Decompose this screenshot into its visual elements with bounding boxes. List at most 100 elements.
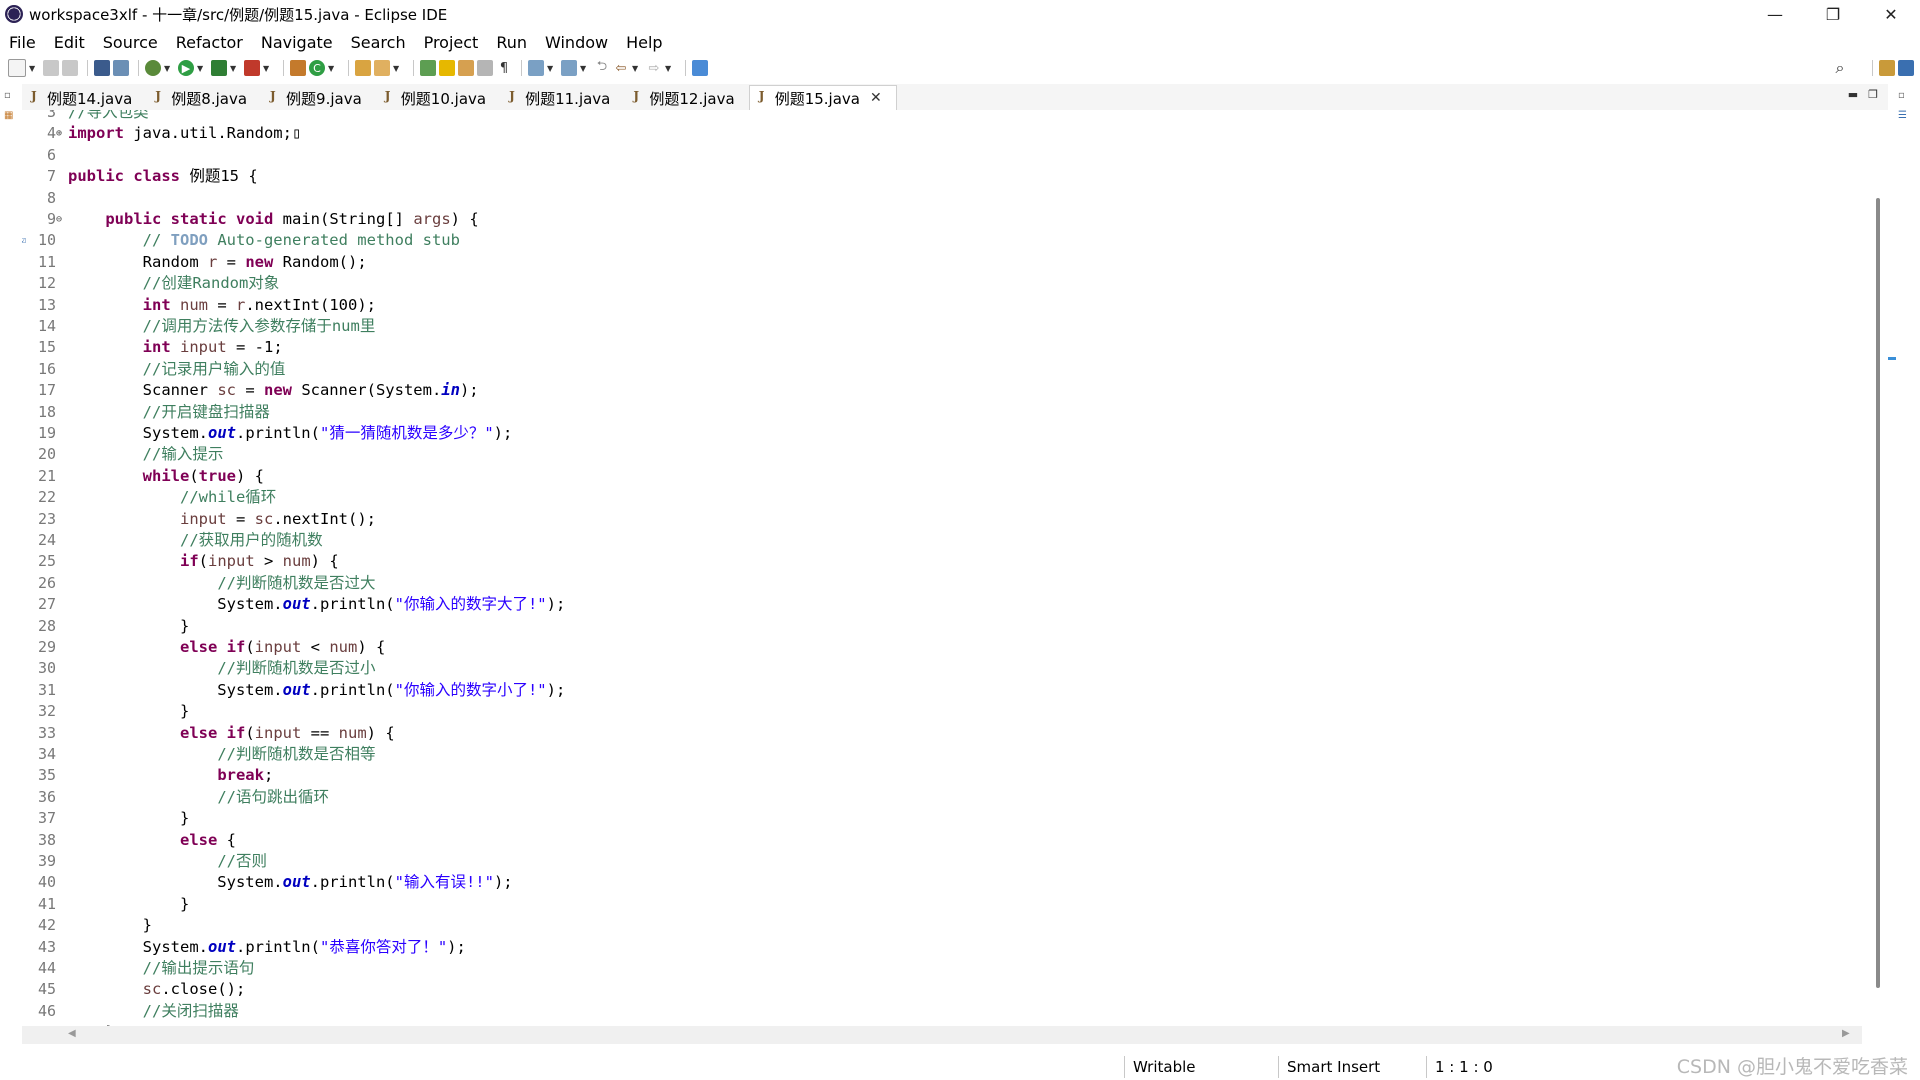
line-number: 35 <box>37 766 56 785</box>
new-dropdown-icon[interactable]: ▼ <box>29 64 37 73</box>
tab-example15[interactable]: 例题15.java ✕ <box>748 85 897 110</box>
line-number: 14 <box>37 317 56 335</box>
next-annotation-nav-icon[interactable] <box>528 60 544 76</box>
scroll-left-icon[interactable]: ◀ <box>68 1028 76 1039</box>
vertical-scroll-thumb[interactable] <box>1876 198 1880 988</box>
show-whitespace-icon[interactable]: ¶ <box>496 60 512 76</box>
next-annotation-dropdown-icon[interactable]: ▼ <box>547 64 555 73</box>
code-text: else { <box>179 830 236 849</box>
line-number: 32 <box>37 702 56 721</box>
menu-search[interactable]: Search <box>342 33 415 52</box>
new-icon[interactable] <box>8 59 26 77</box>
tab-example9[interactable]: 例题9.java <box>261 86 376 110</box>
line-number: 6 <box>46 145 56 164</box>
line-number: 18 <box>37 402 56 421</box>
next-annotation-icon[interactable] <box>420 60 436 76</box>
open-type-icon[interactable] <box>355 60 371 76</box>
menu-edit[interactable]: Edit <box>45 33 94 52</box>
task-marker-icon[interactable]: ☑ <box>22 230 30 251</box>
restore-view-icon[interactable]: ▫ <box>4 90 16 102</box>
new-java-package-icon[interactable] <box>290 60 306 76</box>
line-number: 25 <box>37 552 56 571</box>
cursor-position-status[interactable]: 1 : 1 : 0 <box>1426 1056 1493 1078</box>
toolbar-separator <box>87 60 88 76</box>
pin-editor-icon[interactable] <box>692 60 708 76</box>
previous-annotation-icon[interactable] <box>561 60 577 76</box>
new-java-class-icon[interactable]: C <box>309 60 325 76</box>
outline-icon[interactable]: ☰ <box>1898 110 1910 122</box>
external-tools-icon[interactable] <box>244 60 260 76</box>
code-text: //开启键盘扫描器 <box>142 402 270 421</box>
menu-source[interactable]: Source <box>94 33 167 52</box>
forward-icon[interactable]: ⇨ <box>646 60 662 76</box>
terminal-icon[interactable] <box>94 60 110 76</box>
menu-help[interactable]: Help <box>617 33 671 52</box>
code-editor[interactable]: 3 //导入包类 4 ⊕ import java.util.Random;▯ 6 7 publ… <box>22 110 1862 1026</box>
debug-dropdown-icon[interactable]: ▼ <box>164 64 172 73</box>
code-text: break; <box>217 766 274 785</box>
menu-file[interactable]: File <box>0 33 45 52</box>
new-class-dropdown-icon[interactable]: ▼ <box>328 64 336 73</box>
skip-breakpoints-icon[interactable] <box>113 60 129 76</box>
line-number: 23 <box>37 509 56 528</box>
toggle-mark-occurrences-icon[interactable] <box>439 60 455 76</box>
block-selection-icon[interactable] <box>477 60 493 76</box>
minimize-button[interactable]: — <box>1746 0 1804 28</box>
code-text: //记录用户输入的值 <box>142 359 286 378</box>
save-all-icon[interactable] <box>62 60 78 76</box>
menu-project[interactable]: Project <box>415 33 488 52</box>
coverage-dropdown-icon[interactable]: ▼ <box>230 64 238 73</box>
editor-area: 例题14.java 例题8.java 例题9.java 例题10.java 例题… <box>22 84 1896 1054</box>
overview-ruler-marker[interactable] <box>1888 357 1896 360</box>
previous-annotation-dropdown-icon[interactable]: ▼ <box>580 64 588 73</box>
code-text: //输入提示 <box>142 445 224 464</box>
code-text: //调用方法传入参数存储于num里 <box>142 317 376 335</box>
menu-window[interactable]: Window <box>536 33 617 52</box>
external-tools-dropdown-icon[interactable]: ▼ <box>263 64 271 73</box>
scroll-right-icon[interactable]: ▶ <box>1842 1028 1850 1039</box>
restore-right-view-icon[interactable]: ▫ <box>1898 90 1910 102</box>
debug-icon[interactable] <box>145 60 161 76</box>
search-dropdown-icon[interactable]: ▼ <box>393 64 401 73</box>
run-dropdown-icon[interactable]: ▼ <box>197 64 205 73</box>
coverage-icon[interactable] <box>211 60 227 76</box>
menu-navigate[interactable]: Navigate <box>252 33 342 52</box>
menu-refactor[interactable]: Refactor <box>167 33 252 52</box>
tab-label: 例题12.java <box>649 89 735 108</box>
tab-example8[interactable]: 例题8.java <box>146 86 261 110</box>
search-tool-icon[interactable] <box>374 60 390 76</box>
tab-example14[interactable]: 例题14.java <box>22 86 146 110</box>
maximize-editor-icon[interactable]: ❐ <box>1868 88 1878 101</box>
search-icon[interactable]: ⌕ <box>1832 58 1848 77</box>
java-perspective-icon[interactable] <box>1898 60 1914 76</box>
menu-run[interactable]: Run <box>487 33 536 52</box>
fold-expand-icon[interactable]: ⊕ <box>56 123 66 144</box>
insert-mode-status[interactable]: Smart Insert <box>1278 1056 1380 1078</box>
tab-label: 例题8.java <box>171 89 248 108</box>
minimize-editor-icon[interactable]: ▬ <box>1848 88 1858 101</box>
run-icon[interactable]: ▶ <box>178 60 194 76</box>
restore-button[interactable]: ❐ <box>1804 0 1862 28</box>
package-explorer-icon[interactable]: ▦ <box>4 110 16 122</box>
back-icon[interactable]: ⇦ <box>613 60 629 76</box>
line-number: 38 <box>37 830 56 849</box>
save-icon[interactable] <box>43 60 59 76</box>
close-tab-icon[interactable]: ✕ <box>870 90 882 106</box>
horizontal-scrollbar[interactable]: ◀ ▶ <box>22 1026 1862 1044</box>
toggle-breadcrumb-icon[interactable] <box>458 60 474 76</box>
tab-example11[interactable]: 例题11.java <box>500 86 624 110</box>
back-dropdown-icon[interactable]: ▼ <box>632 64 640 73</box>
vertical-scrollbar[interactable] <box>1868 110 1888 1026</box>
line-number: 42 <box>37 916 56 935</box>
line-number: 44 <box>37 959 56 977</box>
java-file-icon <box>508 89 520 105</box>
fold-collapse-icon[interactable]: ⊖ <box>56 209 66 230</box>
open-perspective-icon[interactable] <box>1879 60 1895 76</box>
close-button[interactable]: ✕ <box>1862 0 1920 28</box>
eclipse-icon <box>5 5 23 23</box>
last-edit-location-icon[interactable]: ⮌ <box>594 59 610 76</box>
forward-dropdown-icon[interactable]: ▼ <box>665 64 673 73</box>
tab-example10[interactable]: 例题10.java <box>376 86 500 110</box>
code-text: public static void main(String[] args) { <box>105 210 479 228</box>
tab-example12[interactable]: 例题12.java <box>624 86 748 110</box>
